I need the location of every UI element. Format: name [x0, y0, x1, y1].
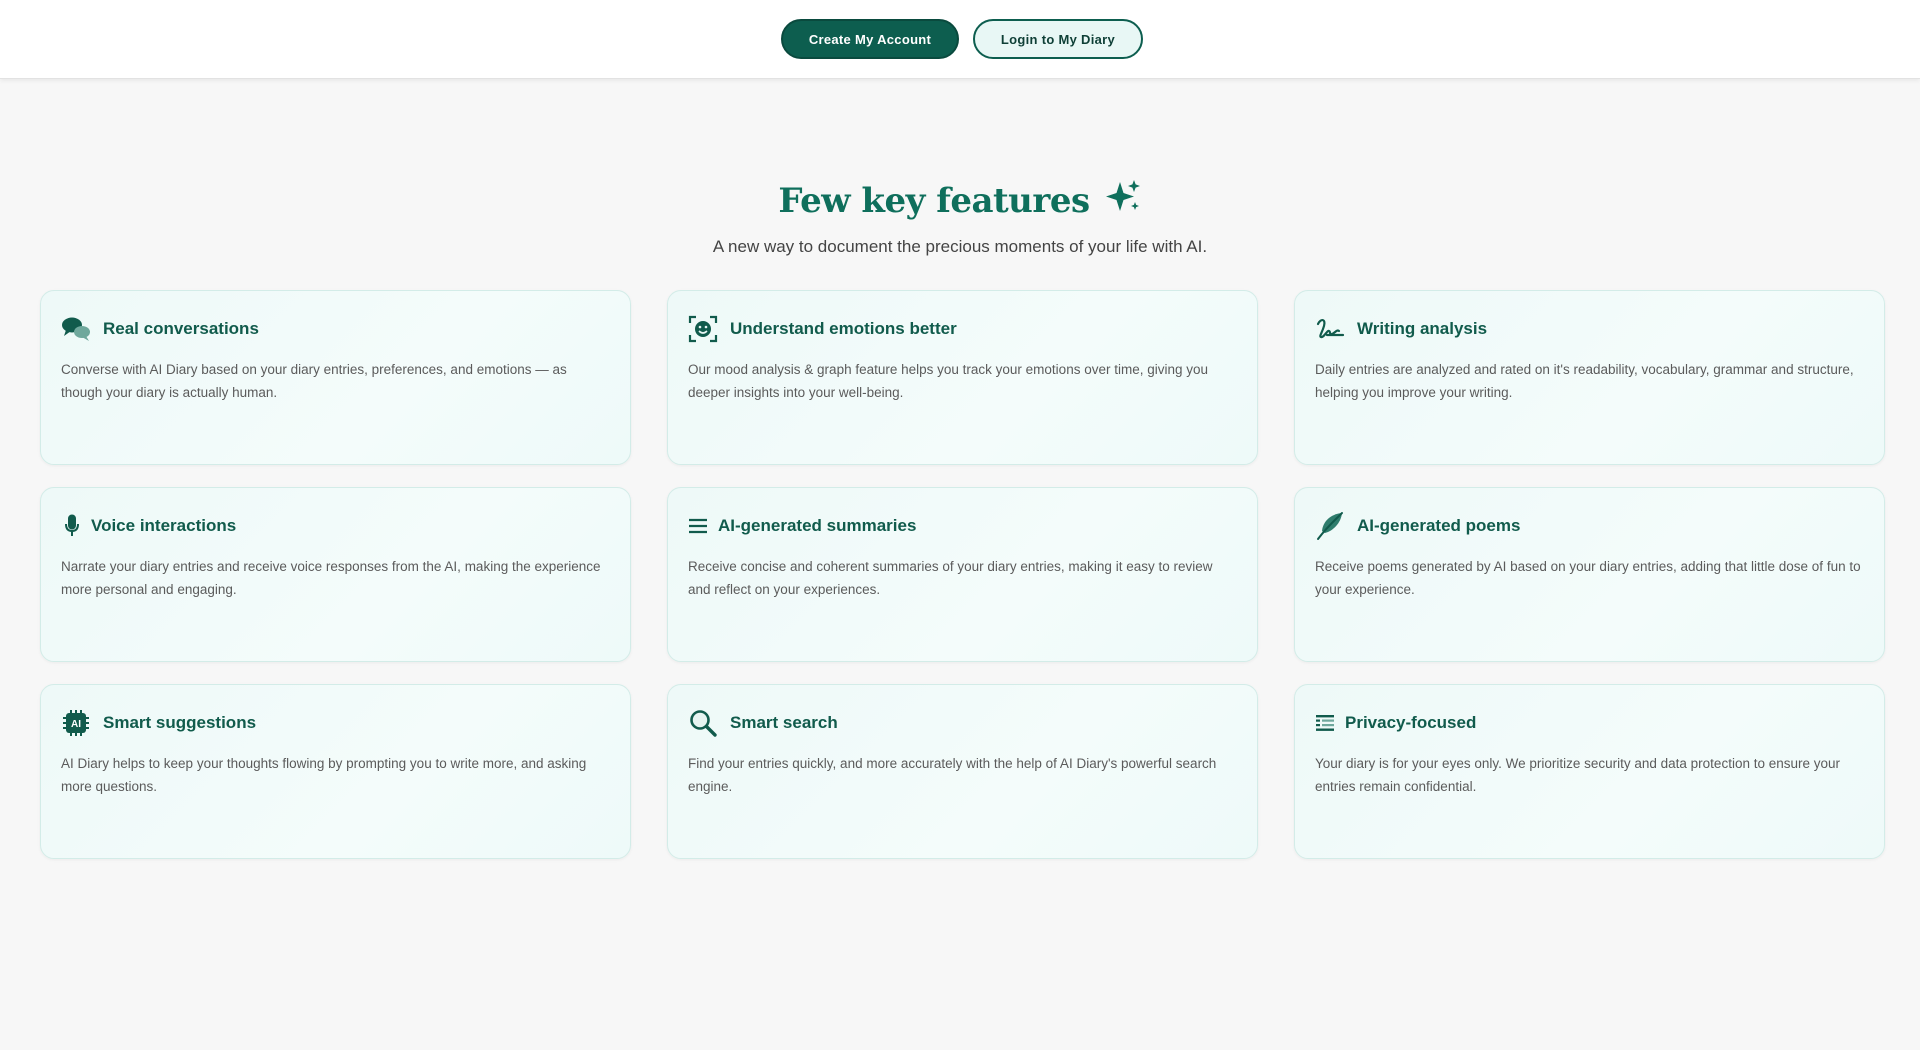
feature-title: AI-generated summaries — [718, 516, 917, 535]
feature-card-writing-analysis: Writing analysis Daily entries are analy… — [1294, 290, 1885, 465]
sparkles-icon — [1104, 178, 1142, 223]
feature-description: Narrate your diary entries and receive v… — [61, 559, 601, 597]
ai-chip-icon: AI — [61, 708, 91, 738]
feature-card-ai-poems: AI-generated poems Receive poems generat… — [1294, 487, 1885, 662]
microphone-icon — [61, 511, 83, 541]
features-grid: Real conversations Converse with AI Diar… — [40, 290, 1885, 859]
feature-description: Find your entries quickly, and more accu… — [688, 756, 1217, 794]
feature-description: Converse with AI Diary based on your dia… — [61, 362, 567, 400]
feature-description: Daily entries are analyzed and rated on … — [1315, 362, 1854, 400]
section-title: Few key features — [778, 180, 1090, 221]
feature-title: Voice interactions — [91, 516, 237, 535]
feature-title: Real conversations — [103, 319, 259, 338]
section-subtitle: A new way to document the precious momen… — [712, 237, 1208, 256]
feature-card-ai-summaries: AI-generated summaries Receive concise a… — [667, 487, 1258, 662]
features-hero: Few key features A new way to document t… — [0, 178, 1920, 257]
face-scan-icon — [688, 314, 718, 344]
feature-description: Your diary is for your eyes only. We pri… — [1315, 756, 1841, 794]
svg-text:AI: AI — [71, 719, 81, 730]
list-lines-icon — [688, 511, 708, 541]
feature-card-smart-search: Smart search Find your entries quickly, … — [667, 684, 1258, 859]
create-account-button[interactable]: Create My Account — [781, 19, 959, 59]
feature-title: AI-generated poems — [1357, 516, 1521, 535]
feature-card-smart-suggestions: AI Smart suggestions AI Diary helps to k… — [40, 684, 631, 859]
feature-description: Our mood analysis & graph feature helps … — [688, 362, 1209, 400]
feature-card-understand-emotions: Understand emotions better Our mood anal… — [667, 290, 1258, 465]
feature-card-real-conversations: Real conversations Converse with AI Diar… — [40, 290, 631, 465]
chat-bubbles-icon — [61, 314, 91, 344]
feature-card-privacy-focused: Privacy-focused Your diary is for your e… — [1294, 684, 1885, 859]
feature-title: Smart suggestions — [103, 713, 257, 732]
feature-title: Privacy-focused — [1345, 713, 1477, 732]
top-bar: Create My Account Login to My Diary — [0, 0, 1920, 79]
magnifier-icon — [688, 708, 718, 738]
feature-description: AI Diary helps to keep your thoughts flo… — [61, 756, 587, 794]
privacy-list-icon — [1315, 708, 1335, 738]
login-button[interactable]: Login to My Diary — [973, 19, 1143, 59]
feature-description: Receive poems generated by AI based on y… — [1315, 559, 1861, 597]
feature-title: Writing analysis — [1357, 319, 1488, 338]
signature-icon — [1315, 314, 1345, 344]
feather-quill-icon — [1315, 511, 1345, 541]
feature-card-voice-interactions: Voice interactions Narrate your diary en… — [40, 487, 631, 662]
feature-description: Receive concise and coherent summaries o… — [688, 559, 1213, 597]
feature-title: Understand emotions better — [730, 319, 957, 338]
feature-title: Smart search — [730, 713, 838, 732]
section-title-wrap: Few key features — [778, 178, 1141, 223]
